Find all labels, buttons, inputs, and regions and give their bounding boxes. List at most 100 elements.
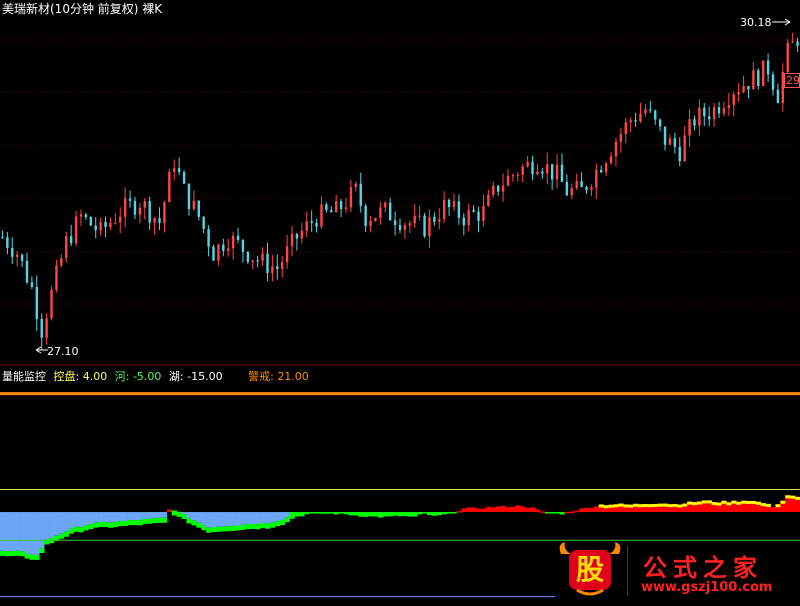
indicator-bar-blue [68, 512, 74, 529]
indicator-bar-blue [14, 512, 20, 551]
indicator-bar-cap [736, 501, 742, 505]
grid-lines [0, 39, 800, 366]
indicator-bar-blue [63, 512, 70, 532]
candle-body [482, 205, 485, 221]
indicator-bar [407, 512, 413, 517]
indicator-bar [39, 548, 45, 554]
indicator-bar-cap [731, 500, 737, 504]
candle-body [663, 126, 667, 145]
indicator-bar [426, 512, 433, 516]
indicator-bar [588, 507, 595, 513]
indicator-bar [574, 510, 580, 513]
annotations [35, 18, 800, 354]
candle-body [570, 188, 573, 196]
candle-body [438, 219, 441, 222]
candle-body [222, 244, 225, 252]
candle-body [403, 225, 407, 230]
watermark: 股 公式之家 www.gszj100.com [555, 540, 800, 602]
indicator-bar-blue [225, 512, 231, 527]
candle-body [747, 85, 750, 90]
indicator-bar [397, 512, 403, 517]
candle-body [712, 107, 716, 120]
indicator-bar-blue [9, 512, 16, 552]
candle-body [231, 235, 235, 249]
indicator-bar [377, 512, 384, 518]
candle-body [708, 116, 711, 120]
indicator-bar-blue [107, 512, 114, 523]
candle-body [776, 89, 780, 104]
indicator-bar [343, 512, 349, 515]
indicator-bar [117, 521, 123, 527]
indicator-bar [34, 554, 40, 560]
candle-body [477, 211, 480, 221]
candle-body [673, 138, 677, 147]
candle-body [89, 217, 92, 226]
indicator-bar-cap [667, 504, 673, 508]
indicator-bar-cap [682, 503, 688, 507]
indicator-bar [441, 512, 447, 515]
indicator-bar [495, 506, 501, 513]
indicator-bar [245, 524, 251, 530]
candle-body [148, 201, 151, 223]
indicator-bar [68, 528, 74, 534]
indicator-bar [191, 520, 197, 526]
indicator-bar [260, 522, 266, 528]
indicator-bar [186, 518, 192, 524]
indicator-bar [98, 521, 104, 527]
candle-body [447, 199, 451, 208]
chart-title: 美瑞新材(10分钟 前复权) 裸K [2, 2, 163, 16]
candle-body [693, 119, 696, 126]
candle-body [546, 164, 549, 174]
indicator-bar [201, 525, 207, 531]
indicator-bar [549, 512, 555, 514]
candle-body [531, 161, 534, 175]
indicator-bar-blue [24, 512, 30, 554]
indicator-bar-blue [240, 512, 246, 525]
indicator-bar [112, 522, 119, 528]
candle-body [281, 262, 284, 269]
candle-body [114, 222, 117, 224]
candle-body [786, 42, 789, 72]
indicator-bar [451, 512, 457, 514]
indicator-bar [525, 507, 531, 513]
indicator-bar-cap [628, 504, 634, 508]
indicator-bar-cap [638, 504, 644, 508]
candle-body [560, 164, 564, 182]
candle-body [757, 70, 760, 86]
indicator-bar [122, 520, 128, 526]
candle-body [236, 235, 240, 240]
candle-body [330, 210, 333, 213]
candle-body [658, 119, 662, 127]
indicator-bar-blue [196, 512, 202, 523]
candle-body [516, 174, 519, 176]
indicator-bar-blue [235, 512, 241, 526]
candle-body [644, 109, 647, 114]
indicator-bar [166, 509, 173, 513]
candle-body [737, 92, 740, 95]
candle-body [423, 215, 426, 237]
indicator-bar [476, 508, 482, 513]
indicator-bar-blue [53, 512, 60, 536]
candle-body [457, 201, 461, 218]
candle-body [384, 202, 387, 208]
indicator-bar-blue [4, 512, 11, 552]
indicator-bar [78, 527, 84, 533]
indicator-bar [471, 507, 477, 513]
indicator-bar-blue [245, 512, 251, 525]
candle-body [30, 282, 34, 287]
candle-body [752, 70, 755, 90]
candle-body [6, 237, 9, 249]
indicator-bar [142, 518, 148, 524]
indicator-bar-blue [73, 512, 79, 527]
candle-body [241, 239, 245, 252]
indicator-bar-cap [613, 504, 619, 508]
indicator-bar [274, 521, 281, 527]
indicator-bar-cap [652, 503, 658, 507]
indicator-bar [284, 517, 290, 523]
indicator-bar-cap [750, 500, 757, 504]
indicator-bar [93, 522, 99, 528]
candle-body [595, 169, 598, 188]
candle-body [123, 198, 127, 217]
candle-body [197, 200, 200, 217]
indicator-bar-blue [230, 512, 236, 526]
